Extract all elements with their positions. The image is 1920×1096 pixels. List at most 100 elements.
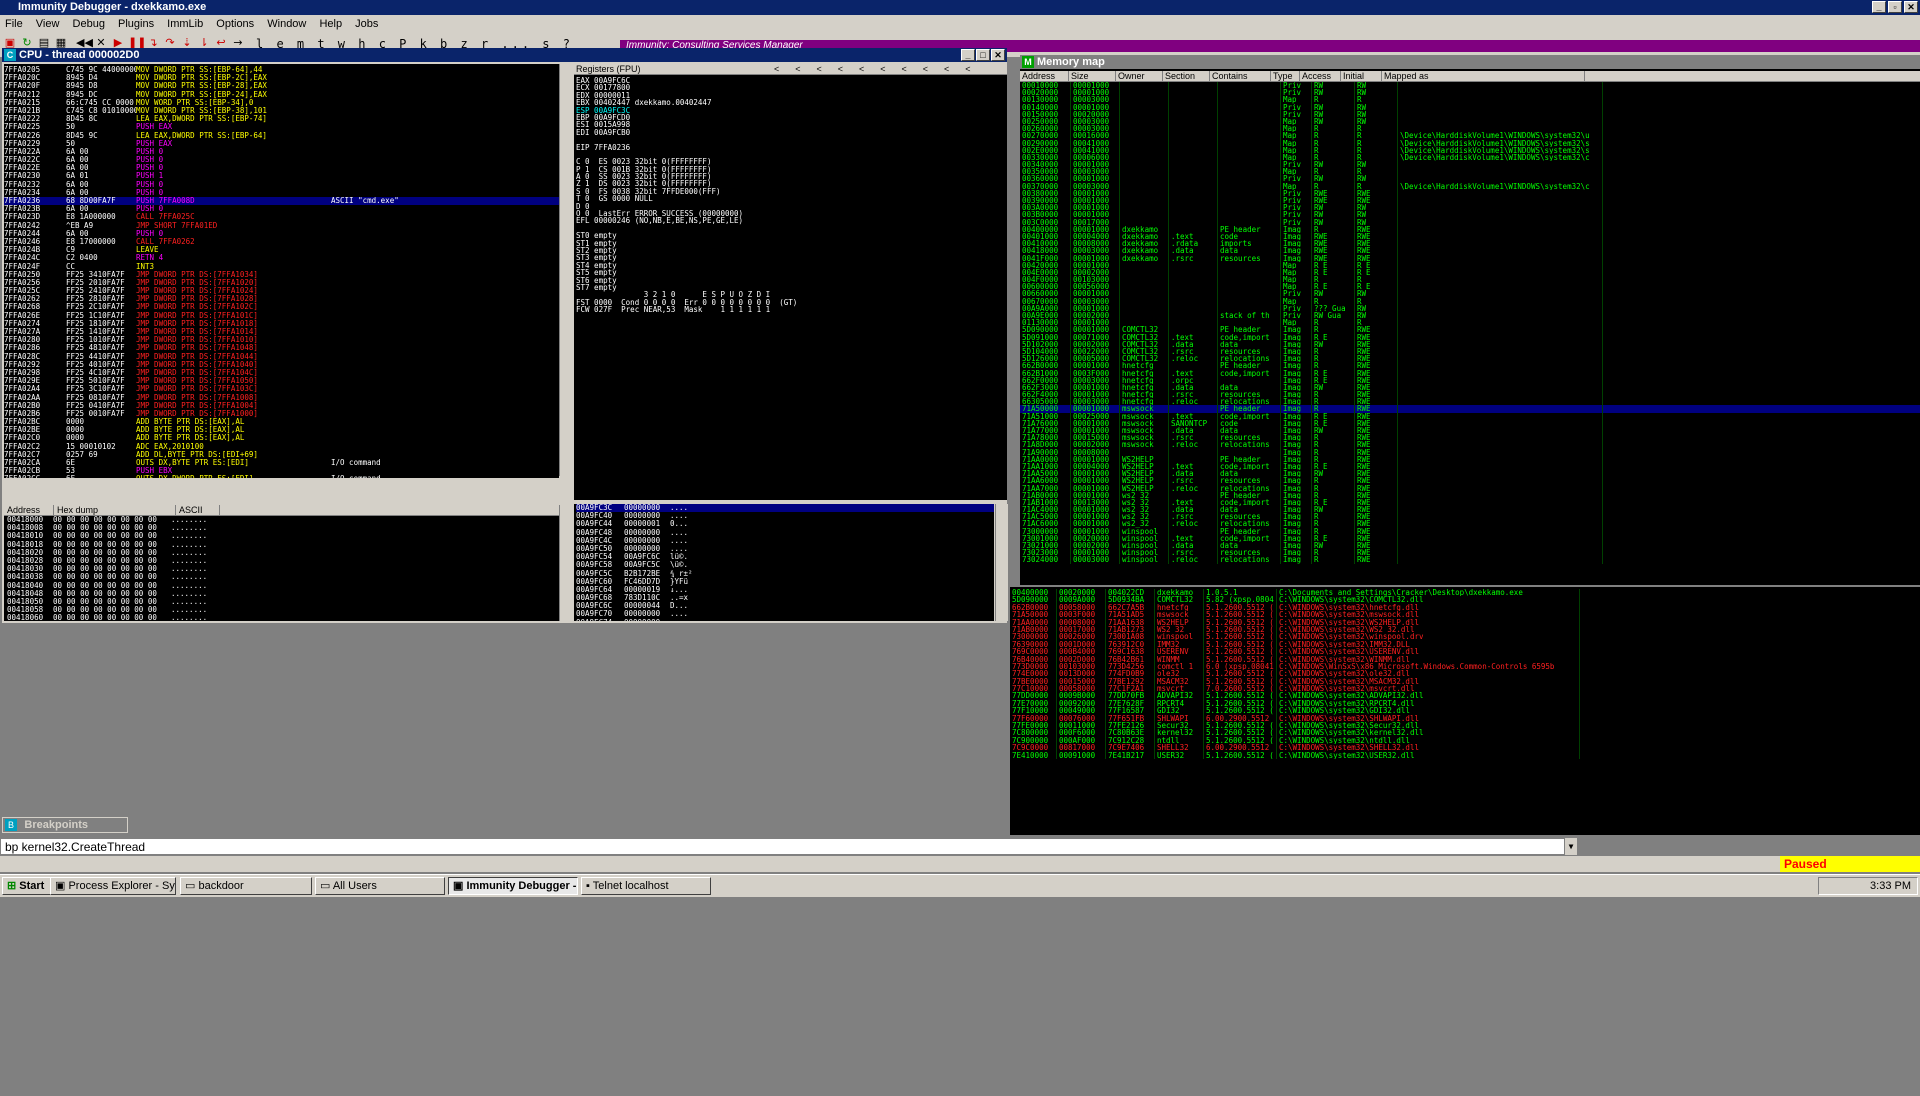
memmap-row[interactable]: 0041F000 00001000 dxekkamo .rsrc resources Im… (1020, 254, 1920, 262)
command-input[interactable]: bp kernel32.CreateThread (0, 838, 1565, 855)
module-row[interactable]: 77F60000 00076000 77F651FB SHLWAPI 6.00.2900… (1010, 714, 1920, 723)
menu-window[interactable]: Window (262, 18, 311, 30)
memmap-row[interactable]: 71AC4000 00001000 ws2_32 .data data Imag RW RWE (1020, 506, 1920, 514)
disasm-row[interactable]: 7FFA0232 6A 00 PUSH 0 (4, 181, 559, 189)
module-row[interactable]: 73000000 00026000 73001A08 winspool 5.1.2600… (1010, 633, 1920, 641)
memmap-row[interactable]: 662B0000 00001000 hnetcfg PE header Imag R RWE (1020, 362, 1920, 370)
hex-dump-pane[interactable]: Address Hex dump ASCII 00418000 00 00 00 … (4, 505, 559, 621)
stack-row[interactable]: 00A9FC40 00000000.... (576, 512, 994, 520)
module-row[interactable]: 71A50000 0003F000 71A51AD5 mswsock 5.1.2600.… (1010, 611, 1920, 619)
memmap-row[interactable]: 00A9E000 00002000 stack of th Priv RW Gua RW (1020, 312, 1920, 320)
disasm-row[interactable]: 7FFA0280 FF25 1010FA7F JMP DWORD PTR DS:[7… (4, 336, 559, 344)
menu-plugins[interactable]: Plugins (113, 18, 159, 30)
stack-row[interactable]: 00A9FC3C 00000000.... (576, 504, 994, 513)
disasm-row[interactable]: 7FFA020C 8945 D4 MOV DWORD PTR SS:[EBP-2C]… (4, 74, 559, 82)
memmap-row[interactable]: 00370000 00003000 Map R R \Device\HarddiskVol… (1020, 182, 1920, 190)
memmap-row[interactable]: 00400000 00001000 dxekkamo PE header Imag R RW… (1020, 225, 1920, 233)
memmap-row[interactable]: 00340000 00001000 Priv RW RW (1020, 161, 1920, 169)
memmap-row[interactable]: 662F3000 00001000 hnetcfg .data data Imag RW RW… (1020, 383, 1920, 392)
disasm-row[interactable]: 7FFA0225 50 PUSH EAX (4, 123, 559, 131)
memmap-row[interactable]: 71AA0000 00001000 WS2HELP PE header Imag R RWE (1020, 455, 1920, 463)
module-row[interactable]: 7E410000 00091000 7E41B217 USER32 5.1.2600.5… (1010, 751, 1920, 759)
dump-row[interactable]: 00418028 00 00 00 00 00 00 00 00........ (7, 557, 559, 565)
memmap-row[interactable]: 00010000 00001000 Priv RW RW (1020, 82, 1920, 90)
disasm-row[interactable]: 7FFA0256 FF25 2010FA7F JMP DWORD PTR DS:[7… (4, 279, 559, 287)
disasm-row[interactable]: 7FFA022C 6A 00 PUSH 0 (4, 156, 559, 164)
memmap-row[interactable]: 003A0000 00001000 Priv RW RW (1020, 204, 1920, 212)
module-row[interactable]: 77FE0000 00011000 77FE2126 Secur32 5.1.2600.… (1010, 722, 1920, 730)
hex-dump-scrollbar[interactable] (559, 505, 572, 621)
disasm-row[interactable]: 7FFA024F CC INT3 (4, 263, 559, 271)
module-row[interactable]: 662B0000 00058000 662C7A5B hnetcfg 5.1.2600.… (1010, 603, 1920, 612)
task-process-explorer[interactable]: ▣ Process Explorer - Sysint... (50, 877, 176, 895)
close-button[interactable]: ✕ (1904, 1, 1918, 13)
memmap-row[interactable]: 71A90000 00008000 Imag R RWE (1020, 448, 1920, 456)
dump-row[interactable]: 00418000 00 00 00 00 00 00 00 00........ (7, 516, 559, 524)
stack-row[interactable]: 00A9FC48 00000000.... (576, 529, 994, 537)
dump-row[interactable]: 00418058 00 00 00 00 00 00 00 00........ (7, 606, 559, 614)
disasm-row[interactable]: 7FFA022A 6A 00 PUSH 0 (4, 148, 559, 156)
memmap-row[interactable]: 71A50000 00001000 mswsock PE header Imag R RWE (1020, 405, 1920, 413)
task-immunity-debugger[interactable]: ▣ Immunity Debugger - ... (448, 877, 578, 895)
dump-row[interactable]: 00418060 00 00 00 00 00 00 00 00........ (7, 614, 559, 621)
memmap-row[interactable]: 73000000 00001000 winspool PE header Imag R RW… (1020, 527, 1920, 535)
stack-pane[interactable]: 00A9FC3C 00000000.... 00A9FC40 00000000....… (574, 504, 994, 621)
module-row[interactable]: 77BE0000 00015000 77BE1292 MSACM32 5.1.2600.… (1010, 677, 1920, 686)
memmap-row[interactable]: 5D102000 00002000 COMCTL32 .data data Imag RW R… (1020, 340, 1920, 348)
module-row[interactable]: 7C900000 000AF000 7C912C28 ntdll 5.1.2600.55… (1010, 736, 1920, 745)
stack-row[interactable]: 00A9FC58 00A9FC5C \ü©. (576, 561, 994, 569)
disasm-row[interactable]: 7FFA022E 6A 00 PUSH 0 (4, 164, 559, 172)
memmap-row[interactable]: 004E0000 00002000 Map R ER E (1020, 268, 1920, 277)
stack-row[interactable]: 00A9FC5C B2B172BE ¾ r±² (576, 570, 994, 578)
memmap-row[interactable]: 5D126000 00005000 COMCTL32 .reloc relocation… (1020, 355, 1920, 363)
stack-row[interactable]: 00A9FC64 00000019 ↓... (576, 586, 994, 594)
disasm-row[interactable]: 7FFA0262 FF25 2810FA7F JMP DWORD PTR DS:[7… (4, 295, 559, 303)
memmap-row[interactable]: 00140000 00001000 Priv RW RW (1020, 103, 1920, 111)
module-row[interactable]: 71AA0000 00008000 71AA1638 WS2HELP 5.1.2600.… (1010, 618, 1920, 626)
memmap-row[interactable]: 00418000 00003000 dxekkamo .data data Imag RWE… (1020, 247, 1920, 255)
disasm-row[interactable]: 7FFA0268 FF25 2C10FA7F JMP DWORD PTR DS:[7… (4, 303, 559, 311)
memmap-row[interactable]: 00660000 00001000 Priv RW RW (1020, 290, 1920, 298)
memmap-row[interactable]: 662B1000 0003F000 hnetcfg .text code,import I… (1020, 369, 1920, 377)
disasm-row[interactable]: 7FFA023B 6A 00 PUSH 0 (4, 205, 559, 213)
memmap-row[interactable]: 71AB0000 00001000 ws2_32 PE header Imag R RWE (1020, 491, 1920, 499)
disasm-row[interactable]: 7FFA025C FF25 2410FA7F JMP DWORD PTR DS:[7… (4, 287, 559, 295)
memmap-row[interactable]: 004F0000 00103000 Map R R (1020, 276, 1920, 284)
stack-row[interactable]: 00A9FC60 FC46DD7D}ÝFü (576, 578, 994, 586)
memmap-row[interactable]: 002E0000 00041000 Map R R \Device\HarddiskVol… (1020, 146, 1920, 154)
disasm-row[interactable]: 7FFA02C7 0257 69 ADD DL,BYTE PTR DS:[EDI+6… (4, 451, 559, 459)
stack-row[interactable]: 00A9FC7400000000.... (576, 619, 994, 621)
memmap-row[interactable]: 662F4000 00001000 hnetcfg .rsrc resources Ima… (1020, 391, 1920, 399)
dump-row[interactable]: 00418008 00 00 00 00 00 00 00 00........ (7, 524, 559, 532)
memmap-row[interactable]: 003C0000 00017000 Priv RW RW (1020, 218, 1920, 226)
disasm-row[interactable]: 7FFA0242 ^EB A9 JMP SHORT 7FFA01ED (4, 222, 559, 230)
memmap-row[interactable]: 00270000 00016000 Map R R \Device\HarddiskVol… (1020, 132, 1920, 140)
stack-row[interactable]: 00A9FC54 00A9FC6C lü©. (576, 553, 994, 561)
dump-row[interactable]: 00418040 00 00 00 00 00 00 00 00........ (7, 582, 559, 590)
disasm-row[interactable]: 7FFA02AA FF25 0810FA7F JMP DWORD PTR DS:[7… (4, 394, 559, 402)
memmap-row[interactable]: 00350000 00003000 Map R R (1020, 168, 1920, 176)
disassembly-pane[interactable]: 7FFA0205 C745 9C 44000000 MOV DWORD PTR SS… (4, 64, 559, 478)
memmap-row[interactable]: 73001000 00020000 winspool .text code,import… (1020, 534, 1920, 542)
module-row[interactable]: 774E0000 0013D000 774FD0B9 ole32 5.1.2600.55… (1010, 670, 1920, 678)
disasm-row[interactable]: 7FFA0286 FF25 4810FA7F JMP DWORD PTR DS:[7… (4, 344, 559, 352)
menu-debug[interactable]: Debug (68, 18, 110, 30)
memmap-row[interactable]: 01130000 00001000 Map R R (1020, 319, 1920, 327)
menu-immlib[interactable]: ImmLib (162, 18, 208, 30)
memmap-row[interactable]: 00A9A000 00001000 Priv??? Gua RW (1020, 304, 1920, 312)
dump-row[interactable]: 00418038 00 00 00 00 00 00 00 00........ (7, 573, 559, 581)
stack-row[interactable]: 00A9FC44 00000001 0... (576, 520, 994, 528)
disasm-row[interactable]: 7FFA0234 6A 00 PUSH 0 (4, 189, 559, 197)
dump-row[interactable]: 00418048 00 00 00 00 00 00 00 00........ (7, 590, 559, 598)
memmap-row[interactable]: 71AA7000 00001000 WS2HELP .reloc relocations… (1020, 484, 1920, 492)
disasm-row[interactable]: 7FFA021B C745 C8 01010000 MOV DWORD PTR SS… (4, 107, 559, 115)
memmap-row[interactable]: 73024000 00003000 winspool .reloc relocation… (1020, 556, 1920, 564)
disasm-row[interactable]: 7FFA0215 66:C745 CC 0000 MOV WORD PTR SS:[… (4, 99, 559, 107)
disasm-row[interactable]: 7FFA026E FF25 1C10FA7F JMP DWORD PTR DS:[7… (4, 312, 559, 320)
memmap-row[interactable]: 00410000 00008000 dxekkamo .rdata imports Ima… (1020, 240, 1920, 248)
stack-row[interactable]: 00A9FC50 00000000.... (576, 545, 994, 553)
stack-row[interactable]: 00A9FC6C 00000044 D... (576, 602, 994, 610)
module-row[interactable]: 5D090000 0009A000 5D0934BA COMCTL32 5.82 (xp… (1010, 596, 1920, 604)
module-row[interactable]: 76B40000 0002D000 76B42B61 WINMM 5.1.2600.55… (1010, 655, 1920, 663)
start-button[interactable]: ⊞ Start (2, 877, 54, 895)
